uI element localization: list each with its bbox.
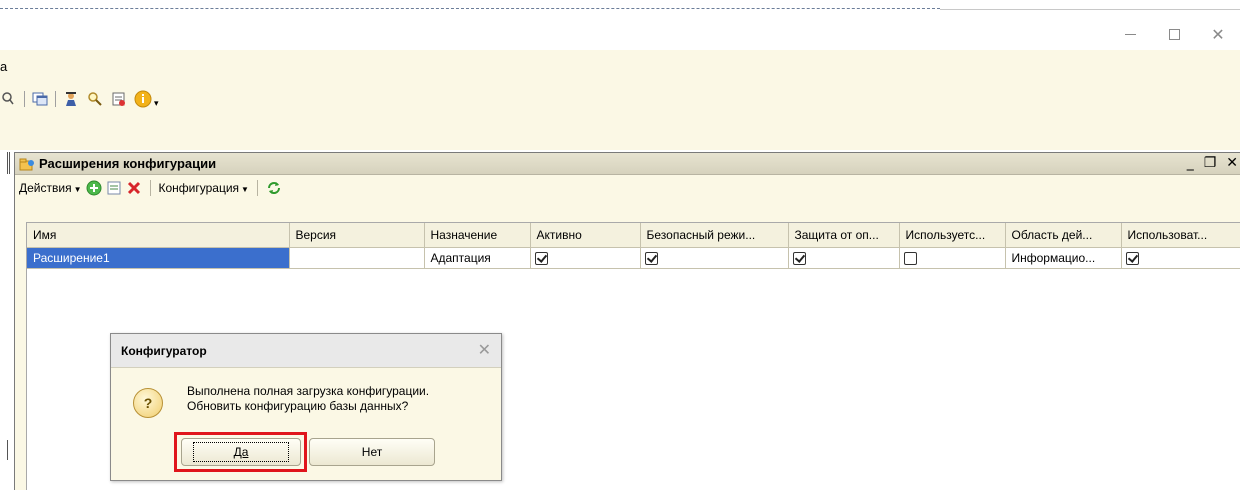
column-header[interactable]: Используетс...	[899, 223, 1006, 248]
toolbar-separator	[256, 180, 258, 196]
extensions-toolbar: Действия ▼ Конфигурация ▼	[15, 175, 1240, 201]
app-background	[0, 50, 1240, 150]
column-header[interactable]: Защита от оп...	[788, 223, 900, 248]
cell-protection[interactable]	[788, 247, 900, 269]
info-icon[interactable]	[134, 90, 152, 108]
search-icon[interactable]	[0, 90, 18, 108]
configuration-menu[interactable]: Конфигурация ▼	[159, 181, 249, 195]
extensions-window-titlebar[interactable]: Расширения конфигурации _ ❐ ✕	[15, 153, 1240, 175]
edit-icon[interactable]	[106, 180, 122, 196]
minimize-button[interactable]	[1108, 20, 1152, 48]
column-header[interactable]: Версия	[289, 223, 425, 248]
toolbar-separator	[55, 91, 56, 107]
find-icon[interactable]	[86, 90, 104, 108]
top-dashed-border	[0, 8, 940, 9]
user-icon[interactable]	[62, 90, 80, 108]
question-icon: ?	[133, 388, 163, 418]
close-icon[interactable]: ✕	[1226, 155, 1238, 171]
cell-used[interactable]	[899, 247, 1006, 269]
refresh-icon[interactable]	[266, 180, 282, 196]
column-header[interactable]: Имя	[27, 223, 290, 248]
configurator-dialog: Конфигуратор ✕ ? Выполнена полная загруз…	[110, 333, 502, 481]
cell-name[interactable]: Расширение1	[27, 247, 290, 269]
extensions-window-controls: _ ❐ ✕	[1187, 155, 1238, 171]
protection-checkbox[interactable]	[792, 251, 806, 265]
restore-icon[interactable]: ❐	[1204, 155, 1217, 171]
cell-scope[interactable]: Информацио...	[1005, 247, 1122, 269]
extensions-window-title: Расширения конфигурации	[39, 156, 217, 171]
chevron-down-icon: ▼	[241, 185, 249, 194]
chevron-down-icon[interactable]: ▾	[154, 98, 159, 109]
dialog-title[interactable]: Конфигуратор	[111, 334, 501, 368]
use-extra-checkbox[interactable]	[1125, 251, 1139, 265]
panel-splitter[interactable]	[7, 440, 10, 460]
column-header[interactable]: Использоват...	[1121, 223, 1240, 248]
top-border	[940, 9, 1240, 10]
used-checkbox[interactable]	[903, 251, 917, 265]
column-header[interactable]: Область дей...	[1005, 223, 1122, 248]
column-header[interactable]: Безопасный режи...	[640, 223, 789, 248]
extensions-icon	[19, 157, 35, 171]
cell-version[interactable]	[289, 247, 425, 269]
document-icon[interactable]	[110, 90, 128, 108]
cell-use-extra[interactable]	[1121, 247, 1240, 269]
toolbar-separator	[24, 91, 25, 107]
configuration-label: Конфигурация	[158, 181, 240, 195]
windows-icon[interactable]	[31, 90, 49, 108]
maximize-icon	[1168, 28, 1180, 40]
maximize-button[interactable]	[1152, 20, 1196, 48]
cell-purpose[interactable]: Адаптация	[424, 247, 531, 269]
highlight-box	[174, 432, 307, 472]
toolbar-separator	[149, 180, 151, 196]
delete-icon[interactable]	[126, 180, 142, 196]
window-controls: ✕	[1108, 20, 1240, 50]
cell-safe-mode[interactable]	[640, 247, 789, 269]
close-icon: ✕	[1211, 24, 1225, 44]
cell-active[interactable]	[530, 247, 641, 269]
close-window-button[interactable]: ✕	[1196, 20, 1240, 48]
dialog-message-line: Выполнена полная загрузка конфигурации.	[187, 384, 430, 398]
active-checkbox[interactable]	[534, 251, 548, 265]
menu-fragment[interactable]: а	[0, 59, 7, 74]
table-header-row: Имя Версия Назначение Активно Безопасный…	[27, 223, 1240, 248]
actions-label: Действия	[19, 181, 72, 195]
main-toolbar: ▾	[0, 88, 159, 110]
no-label: Нет	[361, 445, 383, 459]
dialog-message-line: Обновить конфигурацию базы данных?	[187, 399, 409, 413]
table-row[interactable]: Расширение1 Адаптация Информацио...	[27, 247, 1240, 269]
column-header[interactable]: Назначение	[424, 223, 531, 248]
close-icon[interactable]: ✕	[478, 340, 491, 359]
no-button[interactable]: Нет	[309, 438, 435, 466]
dialog-message: Выполнена полная загрузка конфигурации. …	[187, 384, 429, 414]
actions-menu[interactable]: Действия ▼	[19, 181, 82, 195]
add-icon[interactable]	[86, 180, 102, 196]
column-header[interactable]: Активно	[530, 223, 641, 248]
minimize-icon[interactable]: _	[1187, 155, 1194, 171]
safe-mode-checkbox[interactable]	[644, 251, 658, 265]
minimize-icon	[1124, 33, 1136, 35]
chevron-down-icon: ▼	[73, 185, 82, 194]
panel-splitter[interactable]	[7, 152, 10, 174]
